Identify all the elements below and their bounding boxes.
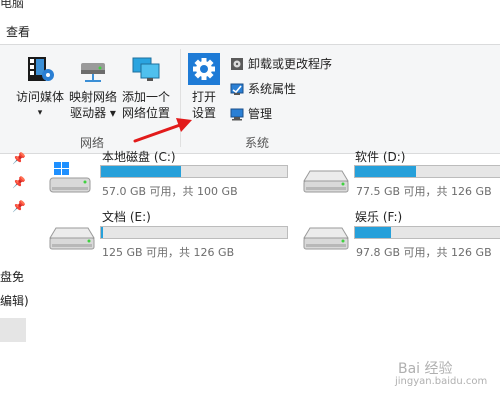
watermark-logo: Bai 经验 — [398, 361, 453, 377]
drive-c[interactable] — [48, 160, 92, 200]
hard-drive-icon — [49, 227, 95, 250]
drive-e[interactable] — [48, 220, 96, 256]
drive-d-usage-bar — [354, 165, 500, 178]
windows-drive-icon — [49, 162, 91, 193]
drive-d-usage-fill — [355, 166, 416, 177]
drive-f-name: 娱乐 (F:) — [355, 210, 403, 224]
sidebar-selected-item[interactable] — [0, 318, 26, 342]
drive-f-usage-bar — [354, 226, 500, 239]
drive-d-size: 77.5 GB 可用，共 126 GB — [356, 185, 492, 198]
drive-c-usage-fill — [101, 166, 181, 177]
pin-icon[interactable]: 📌 — [12, 176, 26, 189]
drive-c-size: 57.0 GB 可用，共 100 GB — [102, 185, 238, 198]
drive-c-usage-bar — [100, 165, 288, 178]
drive-e-usage-fill — [101, 227, 103, 238]
pin-icon[interactable]: 📌 — [12, 200, 26, 213]
drive-f[interactable] — [302, 220, 350, 256]
drive-f-usage-fill — [355, 227, 391, 238]
annotation-arrow — [133, 118, 192, 143]
pin-icon[interactable]: 📌 — [12, 152, 26, 165]
drive-f-size: 97.8 GB 可用，共 126 GB — [356, 246, 492, 259]
drive-c-name: 本地磁盘 (C:) — [102, 150, 176, 164]
drive-e-usage-bar — [100, 226, 288, 239]
sidebar-item[interactable]: 盘免 — [0, 268, 24, 285]
drive-e-size: 125 GB 可用，共 126 GB — [102, 246, 235, 259]
hard-drive-icon — [303, 227, 349, 250]
drive-d-name: 软件 (D:) — [355, 150, 406, 164]
watermark-url: jingyan.baidu.com — [395, 376, 488, 387]
sidebar-item[interactable]: 编辑) — [0, 292, 29, 309]
drive-e-name: 文档 (E:) — [102, 210, 151, 224]
hard-drive-icon — [303, 170, 349, 193]
drive-d[interactable] — [302, 163, 350, 199]
